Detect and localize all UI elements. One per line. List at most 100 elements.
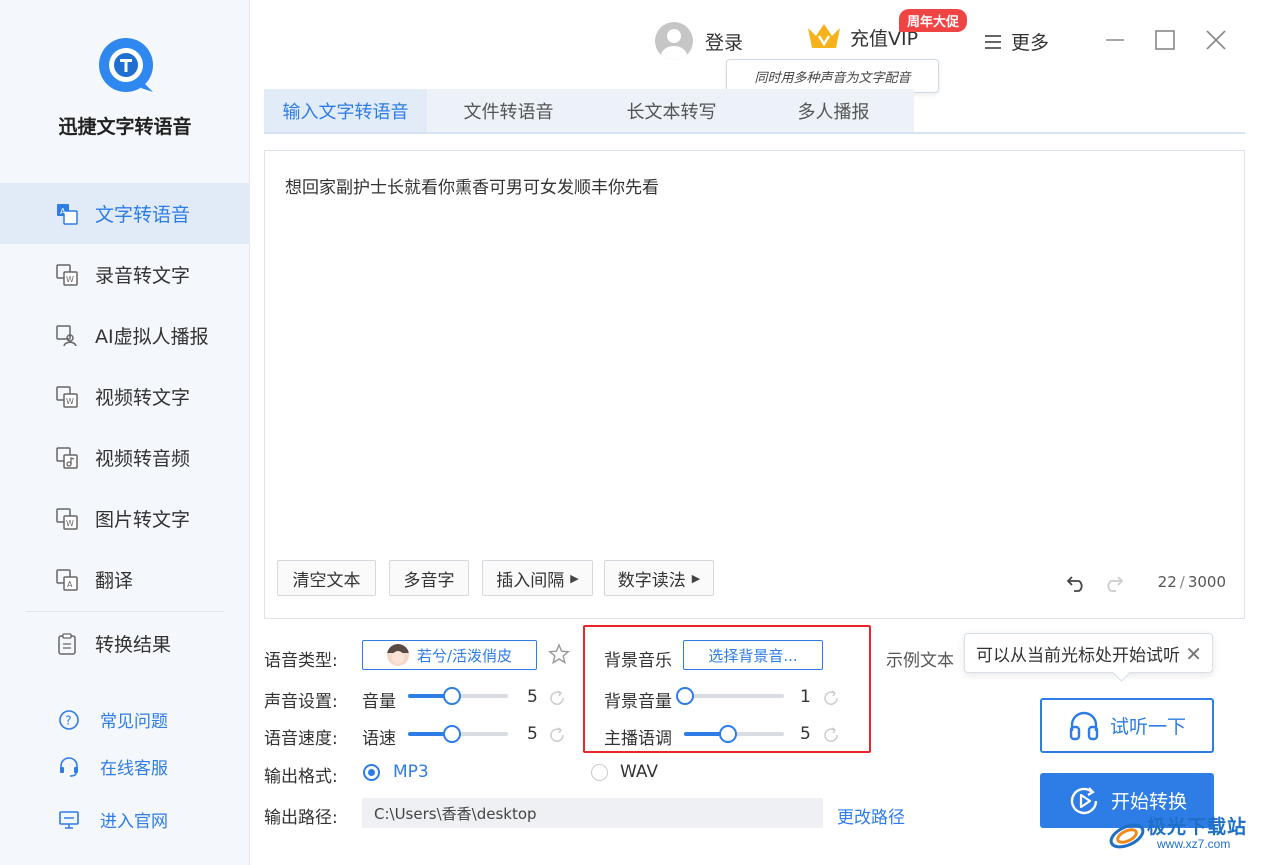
clear-text-label: 清空文本 [292,570,361,591]
customer-service-link[interactable]: 在线客服 [0,743,250,790]
svg-text:W: W [66,519,74,528]
sidebar-item-label: 录音转文字 [95,265,191,287]
voice-select-button[interactable]: 若兮/活泼俏皮 [362,640,537,670]
sample-text-link[interactable]: 示例文本 [886,646,954,671]
tab-input-text[interactable]: 输入文字转语音 [264,89,427,132]
bg-volume-value: 1 [800,687,811,707]
ai-avatar-icon [56,324,78,347]
select-bgm-button[interactable]: 选择背景音... [683,640,823,670]
redo-icon[interactable] [1102,571,1124,593]
help-links: ? 常见问题 在线客服 进入官网 [0,696,250,843]
svg-text:W: W [66,275,74,284]
headphones-icon [1069,711,1099,740]
output-path-label: 输出路径: [264,808,338,828]
clipboard-icon [56,632,78,655]
sidebar-item-image-to-text[interactable]: W 图片转文字 [0,488,250,549]
sidebar-item-ai-avatar[interactable]: AI虚拟人播报 [0,305,250,366]
promo-badge: 周年大促 [899,9,968,32]
pitch-slider[interactable] [684,725,784,743]
listen-tip-tooltip: 可以从当前光标处开始试听 ✕ [964,633,1213,673]
svg-text:W: W [66,397,74,406]
app-title: 迅捷文字转语音 [58,116,192,138]
reset-icon[interactable] [822,689,840,707]
format-mp3-label[interactable]: MP3 [393,762,429,782]
reset-icon[interactable] [822,726,840,744]
image-to-text-icon: W [56,507,78,530]
crown-icon [808,24,840,48]
speed-slider[interactable] [408,725,508,743]
svg-text:?: ? [65,713,71,727]
speed-slider-knob[interactable] [443,725,461,743]
sidebar-item-label: 翻译 [95,570,134,592]
top-bar: 登录 充值VIP 周年大促 更多 同时用多种声音为文字配音 [250,0,1265,93]
sidebar-item-label: 图片转文字 [95,509,191,531]
char-count: 22 [1157,573,1177,591]
question-icon: ? [58,709,80,731]
login-button[interactable]: 登录 [655,22,743,60]
watermark-title: 极光下载站 [1147,816,1248,838]
volume-slider[interactable] [408,687,508,705]
format-wav-label[interactable]: WAV [620,762,658,782]
listen-button[interactable]: 试听一下 [1040,698,1214,753]
official-site-link[interactable]: 进入官网 [0,796,250,843]
close-icon[interactable] [1204,28,1228,52]
reset-icon[interactable] [548,726,566,744]
video-to-text-icon: W [56,385,78,408]
sidebar-item-label: 视频转音频 [95,448,191,470]
minimize-icon[interactable] [1103,28,1127,52]
polyphone-button[interactable]: 多音字 [389,560,469,596]
pitch-label: 主播语调 [604,729,672,749]
speech-speed-label: 语音速度: [264,729,338,749]
volume-slider-knob[interactable] [443,687,461,705]
output-path-field: C:\Users\香香\desktop [362,798,823,828]
pitch-slider-knob[interactable] [719,725,737,743]
faq-link[interactable]: ? 常见问题 [0,696,250,743]
char-max: 3000 [1187,573,1226,591]
sidebar-item-translate[interactable]: A 翻译 [0,549,250,610]
sidebar-item-label: 文字转语音 [95,204,191,226]
sidebar-item-video-to-audio[interactable]: 视频转音频 [0,427,250,488]
char-counter: 22/3000 [1157,573,1226,591]
bg-volume-slider[interactable] [676,687,784,705]
editor-content[interactable]: 想回家副护士长就看你熏香可男可女发顺丰你先看 [285,173,659,198]
sidebar-nav: A 文字转语音 W 录音转文字 AI虚拟人播报 W 视频转文字 视频转音频 W … [0,183,250,610]
tab-multi-voice[interactable]: 多人播报 [753,89,914,132]
headset-icon [58,756,80,778]
voice-avatar [386,644,409,666]
svg-text:A: A [60,207,66,216]
text-editor[interactable]: 想回家副护士长就看你熏香可男可女发顺丰你先看 清空文本 多音字 插入间隔 ▶ 数字… [264,150,1245,619]
monitor-icon [58,809,80,831]
format-mp3-radio[interactable] [363,764,380,781]
sidebar-item-label: AI虚拟人播报 [95,326,209,348]
avatar [655,22,693,60]
sidebar-item-text-to-speech[interactable]: A 文字转语音 [0,183,250,244]
star-icon[interactable] [548,643,570,665]
insert-pause-label: 插入间隔 [496,570,565,591]
bg-volume-slider-knob[interactable] [676,687,694,705]
voice-type-label: 语音类型: [264,651,338,671]
more-menu-button[interactable]: 更多 [985,28,1049,55]
login-label: 登录 [705,31,744,54]
maximize-icon[interactable] [1153,28,1177,52]
insert-pause-button[interactable]: 插入间隔 ▶ [482,560,593,596]
watermark-url: www.xz7.com [1157,837,1231,851]
audio-to-text-icon: W [56,263,78,286]
change-path-link[interactable]: 更改路径 [837,803,905,828]
volume-value: 5 [527,687,538,707]
close-tip-icon[interactable]: ✕ [1185,642,1202,666]
sound-settings-label: 声音设置: [264,692,338,712]
number-reading-button[interactable]: 数字读法 ▶ [604,560,714,596]
sidebar-item-results[interactable]: 转换结果 [0,613,250,674]
format-wav-radio[interactable] [591,764,608,781]
caret-right-icon: ▶ [691,571,701,585]
caret-right-icon: ▶ [570,571,579,585]
clear-text-button[interactable]: 清空文本 [277,560,376,596]
tab-file-to-speech[interactable]: 文件转语音 [427,89,590,132]
sidebar-item-audio-to-text[interactable]: W 录音转文字 [0,244,250,305]
reset-icon[interactable] [548,689,566,707]
polyphone-label: 多音字 [403,570,455,591]
sidebar-item-video-to-text[interactable]: W 视频转文字 [0,366,250,427]
undo-icon[interactable] [1066,571,1088,593]
sidebar-item-label: 转换结果 [95,634,172,656]
tab-long-text[interactable]: 长文本转写 [590,89,753,132]
